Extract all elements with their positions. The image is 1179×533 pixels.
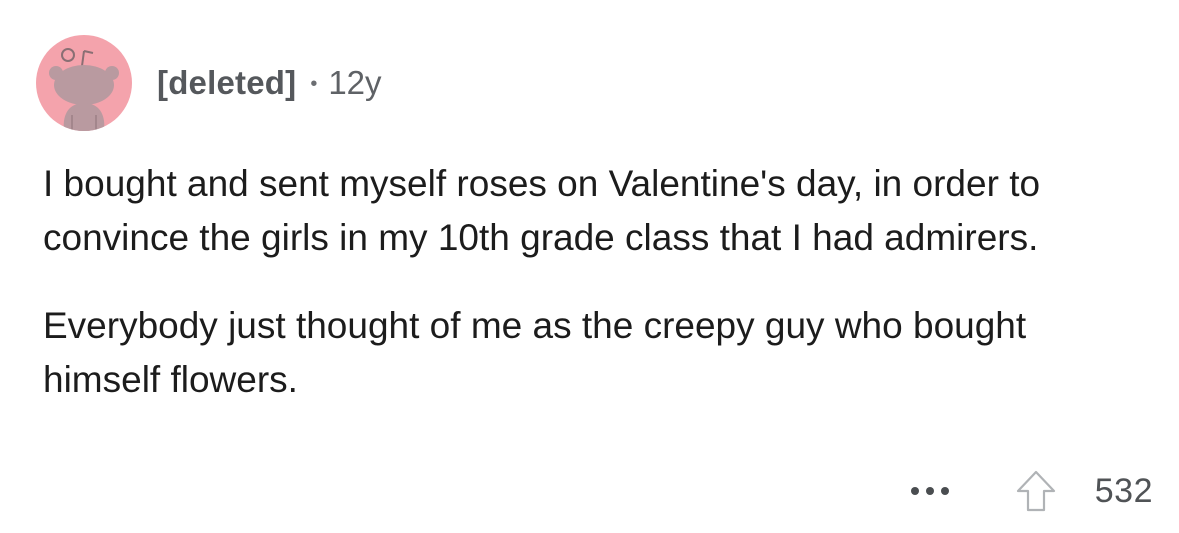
comment-paragraph: Everybody just thought of me as the cree… — [43, 305, 1027, 400]
comment-age: 12y — [328, 64, 382, 101]
comment-card: [deleted] • 12y I bought and sent myself… — [0, 0, 1179, 533]
avatar[interactable] — [36, 35, 132, 131]
comment-actions: 532 — [909, 466, 1153, 516]
vote-score: 532 — [1094, 471, 1153, 510]
more-options-icon[interactable] — [909, 485, 951, 497]
author-name[interactable]: [deleted] — [157, 64, 296, 102]
comment-paragraph: I bought and sent myself roses on Valent… — [43, 163, 1041, 258]
upvote-arrow-icon[interactable] — [1015, 469, 1057, 513]
snoo-avatar-icon — [36, 35, 132, 131]
comment-body: I bought and sent myself roses on Valent… — [43, 157, 1153, 407]
comment-meta: [deleted] • 12y — [157, 60, 382, 106]
meta-separator: • — [310, 72, 318, 95]
